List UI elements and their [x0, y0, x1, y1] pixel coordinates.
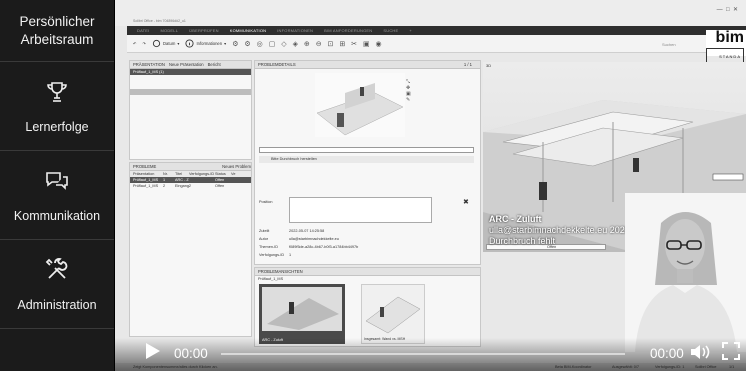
- problem-views-subtitle: Prüflauf_1_MS: [258, 277, 284, 281]
- field-label: Verfolgungs-ID: [259, 253, 285, 257]
- fullscreen-icon[interactable]: [722, 342, 740, 360]
- presenter-webcam: [625, 193, 746, 352]
- info-icon: [185, 39, 195, 48]
- presentation-panel: PRÄSENTATION Neue Präsentation Bericht P…: [129, 60, 252, 160]
- menu-model[interactable]: MODELL: [160, 28, 178, 33]
- problem-details-header: PROBLEMDETAILS 1 / 1: [255, 61, 480, 69]
- current-time: 00:00: [174, 346, 208, 361]
- undo-icon[interactable]: ↶: [133, 41, 137, 46]
- problem-view-thumb[interactable]: Insgesamt: Wand vs. MSH: [361, 284, 425, 344]
- field-label: Autor: [259, 237, 269, 241]
- problem-details-panel: PROBLEMDETAILS 1 / 1 ⤡ ✥ ▣ ✎ Bitte Durchbru…: [254, 60, 481, 265]
- field-value: 1: [289, 253, 292, 257]
- problems-panel: PROBLEME Neues Problem Präsentation Nr. …: [129, 162, 252, 337]
- menu-search[interactable]: SUCHE: [383, 28, 398, 33]
- menu-bim-requirements[interactable]: BIM ANFORDERUNGEN: [324, 28, 372, 33]
- menu-file[interactable]: DATEI: [137, 28, 149, 33]
- progress-bar[interactable]: [221, 353, 625, 355]
- sidebar-item-achievements[interactable]: Lernerfolge: [0, 63, 114, 151]
- issue-overlay-title: ARC - Zuluft: [489, 214, 542, 224]
- menu-communication[interactable]: KOMMUNIKATION: [230, 28, 267, 33]
- video-player[interactable]: Solibri Office - bim 704896d#2_u1 — □ ✕ …: [115, 0, 746, 371]
- app-toolbar: ↶ ↷ Datum ▾ Informationen ▾ ⚙ ⚙ ◎ ▢ ◇ ◈ …: [127, 35, 746, 53]
- toolbar-search-label[interactable]: Suchen: [662, 42, 676, 47]
- trophy-icon: [47, 81, 67, 102]
- sidebar-item-label: Lernerfolge: [25, 119, 89, 134]
- problem-views-panel: PROBLEMANSICHTEN Prüflauf_1_MS ARC - Zul…: [254, 267, 481, 347]
- new-presentation-button[interactable]: Neue Präsentation: [169, 61, 204, 68]
- field-value: ulla@starbimnachdekkelte.eu: [289, 237, 339, 241]
- menu-add[interactable]: +: [409, 28, 412, 33]
- presenter-figure: [625, 193, 746, 352]
- position-label: Position: [259, 200, 273, 204]
- close-icon[interactable]: ✖: [463, 198, 469, 206]
- title-input[interactable]: [259, 147, 474, 153]
- new-problem-button[interactable]: Neues Problem: [222, 163, 251, 170]
- bim-standard-logo: bim STANDA: [706, 30, 746, 66]
- window-title: Solibri Office - bim 704896d#2_u1: [133, 19, 186, 23]
- menu-information[interactable]: INFORMATIONEN: [277, 28, 313, 33]
- sidebar-item-label: Administration: [17, 297, 97, 312]
- sidebar-item-label: Kommunikation: [13, 208, 101, 223]
- table-row[interactable]: Prüflauf_1_MS 2 Eingang2 Offen: [130, 183, 251, 189]
- toolbar-view-icons[interactable]: ⚙ ⚙ ◎ ▢ ◇ ◈ ⊕ ⊖ ⊡ ⊞ ✂ ▣ ◉: [232, 40, 383, 48]
- problem-snapshot-image: [315, 73, 405, 137]
- toolbar-date[interactable]: Datum ▾: [152, 39, 179, 48]
- problem-view-thumb[interactable]: ARC - Zuluft: [259, 284, 345, 344]
- menu-check[interactable]: ÜBERPRÜFEN: [189, 28, 219, 33]
- description-field[interactable]: Bitte Durchbruch herstellen: [259, 156, 474, 163]
- refresh-icon: [152, 39, 161, 48]
- app-menubar: DATEI MODELL ÜBERPRÜFEN KOMMUNIKATION IN…: [127, 26, 746, 35]
- window-controls: — □ ✕: [716, 7, 738, 13]
- duration-time: 00:00: [650, 346, 684, 361]
- snapshot-side-icons[interactable]: ⤡ ✥ ▣ ✎: [406, 79, 411, 103]
- field-value: f089f5de-a28c-4b67-b0f3-a1784bb4497b: [289, 245, 359, 249]
- play-icon[interactable]: [145, 342, 161, 360]
- volume-icon[interactable]: [690, 343, 712, 361]
- presentation-item[interactable]: Prüflauf_1_MS (1): [130, 69, 251, 75]
- field-label: Zuteilt: [259, 229, 270, 233]
- 3d-view-title: 3D: [486, 63, 492, 68]
- sidebar: Persönlicher Arbeitsraum Lernerfolge Kom…: [0, 0, 114, 371]
- problem-details-nav[interactable]: 1 / 1: [464, 61, 472, 68]
- redo-icon[interactable]: ↷: [143, 41, 147, 46]
- report-button[interactable]: Bericht: [208, 61, 221, 68]
- chat-bubbles-icon: [46, 171, 68, 190]
- sidebar-item-label: Arbeitsraum: [20, 31, 94, 47]
- field-value: 2022-05-07 14:25:58: [289, 229, 325, 233]
- presentation-panel-header: PRÄSENTATION Neue Präsentation Bericht: [130, 61, 251, 69]
- position-field[interactable]: [289, 197, 432, 223]
- sidebar-item-label: Persönlicher: [19, 13, 95, 29]
- sidebar-item-administration[interactable]: Administration: [0, 241, 114, 329]
- sidebar-item-communication[interactable]: Kommunikation: [0, 152, 114, 240]
- field-label: Themen-ID: [259, 245, 278, 249]
- sidebar-item-personal-workspace[interactable]: Persönlicher Arbeitsraum: [0, 0, 114, 62]
- problems-panel-header: PROBLEME Neues Problem: [130, 163, 251, 171]
- problem-views-header: PROBLEMANSICHTEN: [255, 268, 480, 276]
- app-titlebar: Solibri Office - bim 704896d#2_u1 — □ ✕: [115, 0, 746, 26]
- presentation-empty-row: [130, 89, 251, 95]
- tools-icon: [45, 257, 68, 279]
- issue-overlay-desc: Durchbruch fehlt: [489, 236, 556, 246]
- toolbar-information[interactable]: Informationen ▾: [185, 39, 226, 48]
